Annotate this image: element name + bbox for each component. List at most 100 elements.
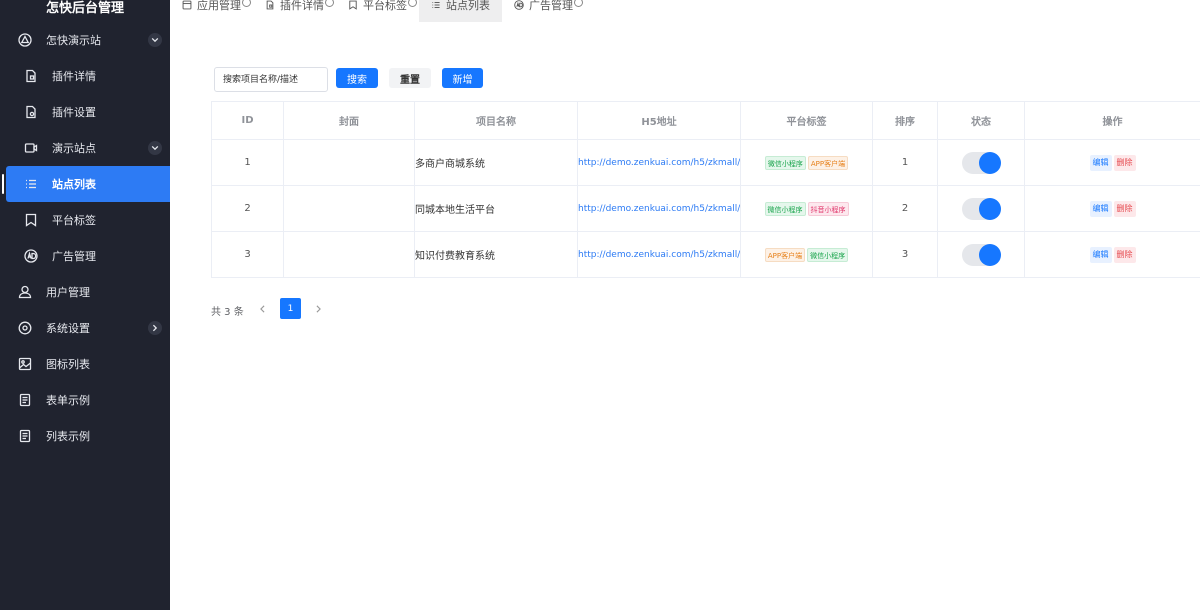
sidebar-item-10[interactable]: 图标列表	[0, 346, 170, 382]
sidebar: 怎快后台管理 怎快演示站插件详情插件设置 演示站点站点列表平台标签 广告管理用户管理…	[0, 0, 170, 610]
sidebar-item-5[interactable]: 站点列表	[2, 166, 170, 202]
delete-button[interactable]: 删除	[1113, 154, 1136, 171]
tab-4[interactable]: 站点列表	[419, 0, 502, 22]
cell-cover	[283, 185, 415, 232]
tab-bar: 应用管理 插件详情 平台标签 站点列表 广告管理	[170, 0, 585, 22]
tab-close-icon[interactable]	[242, 0, 251, 7]
document-icon	[18, 393, 32, 407]
app-title: 怎快后台管理	[45, 1, 124, 16]
edit-button[interactable]: 编辑	[1089, 246, 1112, 263]
cell-id: 3	[211, 231, 284, 278]
cell-name: 知识付费教育系统	[414, 231, 578, 278]
search-button[interactable]: 搜索	[336, 68, 378, 88]
tab-5[interactable]: 广告管理	[502, 0, 585, 22]
sidebar-item-label: 怎快演示站	[46, 34, 101, 47]
sidebar-item-label: 站点列表	[52, 178, 96, 191]
sidebar-item-label: 表单示例	[46, 394, 90, 407]
sidebar-item-8[interactable]: 用户管理	[0, 274, 170, 310]
delete-button[interactable]: 删除	[1113, 200, 1136, 217]
search-input[interactable]	[214, 67, 328, 92]
cell-sort: 1	[872, 139, 938, 186]
cell-h5-url[interactable]: http://demo.zenkuai.com/h5/zkmall/#/	[577, 139, 741, 186]
sidebar-item-12[interactable]: 列表示例	[0, 418, 170, 454]
sidebar-item-label: 系统设置	[46, 322, 90, 335]
column-header-name: 项目名称	[414, 101, 578, 140]
sidebar-item-2[interactable]: 插件详情	[0, 58, 170, 94]
app-icon	[182, 0, 193, 11]
table-row: 2 同城本地生活平台 http://demo.zenkuai.com/h5/zkma…	[211, 185, 1200, 232]
cell-h5-url[interactable]: http://demo.zenkuai.com/h5/zkmall/#/	[577, 185, 741, 232]
status-toggle[interactable]	[962, 197, 1001, 220]
sidebar-item-label: 图标列表	[46, 358, 90, 371]
reset-button[interactable]: 重置	[389, 68, 431, 88]
tab-label: 插件详情	[280, 0, 324, 12]
pagination-prev-button[interactable]	[254, 300, 270, 318]
cell-platform-tags: APP客户端 微信小程序	[740, 231, 873, 278]
sidebar-item-7[interactable]: 广告管理	[0, 238, 170, 274]
bookmark-icon	[24, 213, 38, 227]
toggle-knob	[979, 243, 1001, 266]
cell-cover	[283, 139, 415, 186]
tab-close-icon[interactable]	[408, 0, 417, 7]
sidebar-item-1[interactable]: 怎快演示站	[0, 22, 170, 58]
list-icon	[24, 177, 38, 191]
cell-status	[937, 139, 1025, 186]
cell-cover	[283, 231, 415, 278]
tab-1[interactable]: 应用管理	[170, 0, 253, 22]
column-header-cover: 封面	[283, 101, 415, 140]
cell-actions: 编辑 删除	[1024, 139, 1200, 186]
sidebar-item-9[interactable]: 系统设置	[0, 310, 170, 346]
sidebar-item-label: 用户管理	[46, 286, 90, 299]
column-header-platform-tags: 平台标签	[740, 101, 873, 140]
document-icon	[18, 429, 32, 443]
chevron-down-icon[interactable]	[148, 33, 162, 47]
sidebar-item-4[interactable]: 演示站点	[0, 130, 170, 166]
tab-3[interactable]: 平台标签	[336, 0, 419, 22]
video-icon	[24, 141, 38, 155]
table-row: 1 多商户商城系统 http://demo.zenkuai.com/h5/zkmal…	[211, 139, 1200, 186]
sidebar-item-label: 插件详情	[52, 70, 96, 83]
tab-close-icon[interactable]	[325, 0, 334, 7]
cell-name: 同城本地生活平台	[414, 185, 578, 232]
cell-name: 多商户商城系统	[414, 139, 578, 186]
tab-label: 广告管理	[529, 0, 573, 12]
chevron-right-icon[interactable]	[148, 321, 162, 335]
chevron-right-icon	[316, 305, 321, 313]
sidebar-item-label: 列表示例	[46, 430, 90, 443]
sidebar-item-11[interactable]: 表单示例	[0, 382, 170, 418]
cell-platform-tags: 微信小程序 抖音小程序	[740, 185, 873, 232]
file-settings-icon	[24, 105, 38, 119]
column-header-status: 状态	[937, 101, 1025, 140]
edit-button[interactable]: 编辑	[1089, 200, 1112, 217]
cell-h5-url[interactable]: http://demo.zenkuai.com/h5/zkmall/#/	[577, 231, 741, 278]
ad-icon	[24, 249, 38, 263]
tab-close-icon[interactable]	[574, 0, 583, 7]
table-header-row: ID 封面 项目名称 H5地址 平台标签 排序 状态 操作	[211, 101, 1200, 140]
cell-sort: 3	[872, 231, 938, 278]
toggle-knob	[979, 151, 1001, 174]
tab-label: 平台标签	[363, 0, 407, 12]
cell-platform-tags: 微信小程序 APP客户端	[740, 139, 873, 186]
status-toggle[interactable]	[962, 151, 1001, 174]
toggle-knob	[979, 197, 1001, 220]
tab-label: 应用管理	[197, 0, 241, 12]
pagination-next-button[interactable]	[310, 300, 326, 318]
pagination-page-button[interactable]: 1	[280, 298, 301, 319]
site-table: ID 封面 项目名称 H5地址 平台标签 排序 状态 操作 1 多商户商城系统 ht…	[211, 101, 1200, 278]
cell-sort: 2	[872, 185, 938, 232]
cell-status	[937, 185, 1025, 232]
sidebar-item-3[interactable]: 插件设置	[0, 94, 170, 130]
cell-actions: 编辑 删除	[1024, 231, 1200, 278]
chevron-down-icon[interactable]	[148, 141, 162, 155]
status-toggle[interactable]	[962, 243, 1001, 266]
delete-button[interactable]: 删除	[1113, 246, 1136, 263]
sidebar-item-6[interactable]: 平台标签	[0, 202, 170, 238]
platform-tag: 抖音小程序	[807, 201, 849, 216]
tab-2[interactable]: 插件详情	[253, 0, 336, 22]
edit-button[interactable]: 编辑	[1089, 154, 1112, 171]
image-icon	[18, 357, 32, 371]
column-header-h5-url: H5地址	[577, 101, 741, 140]
add-button[interactable]: 新增	[442, 68, 483, 88]
bookmark-icon	[348, 0, 359, 11]
cell-id: 1	[211, 139, 284, 186]
